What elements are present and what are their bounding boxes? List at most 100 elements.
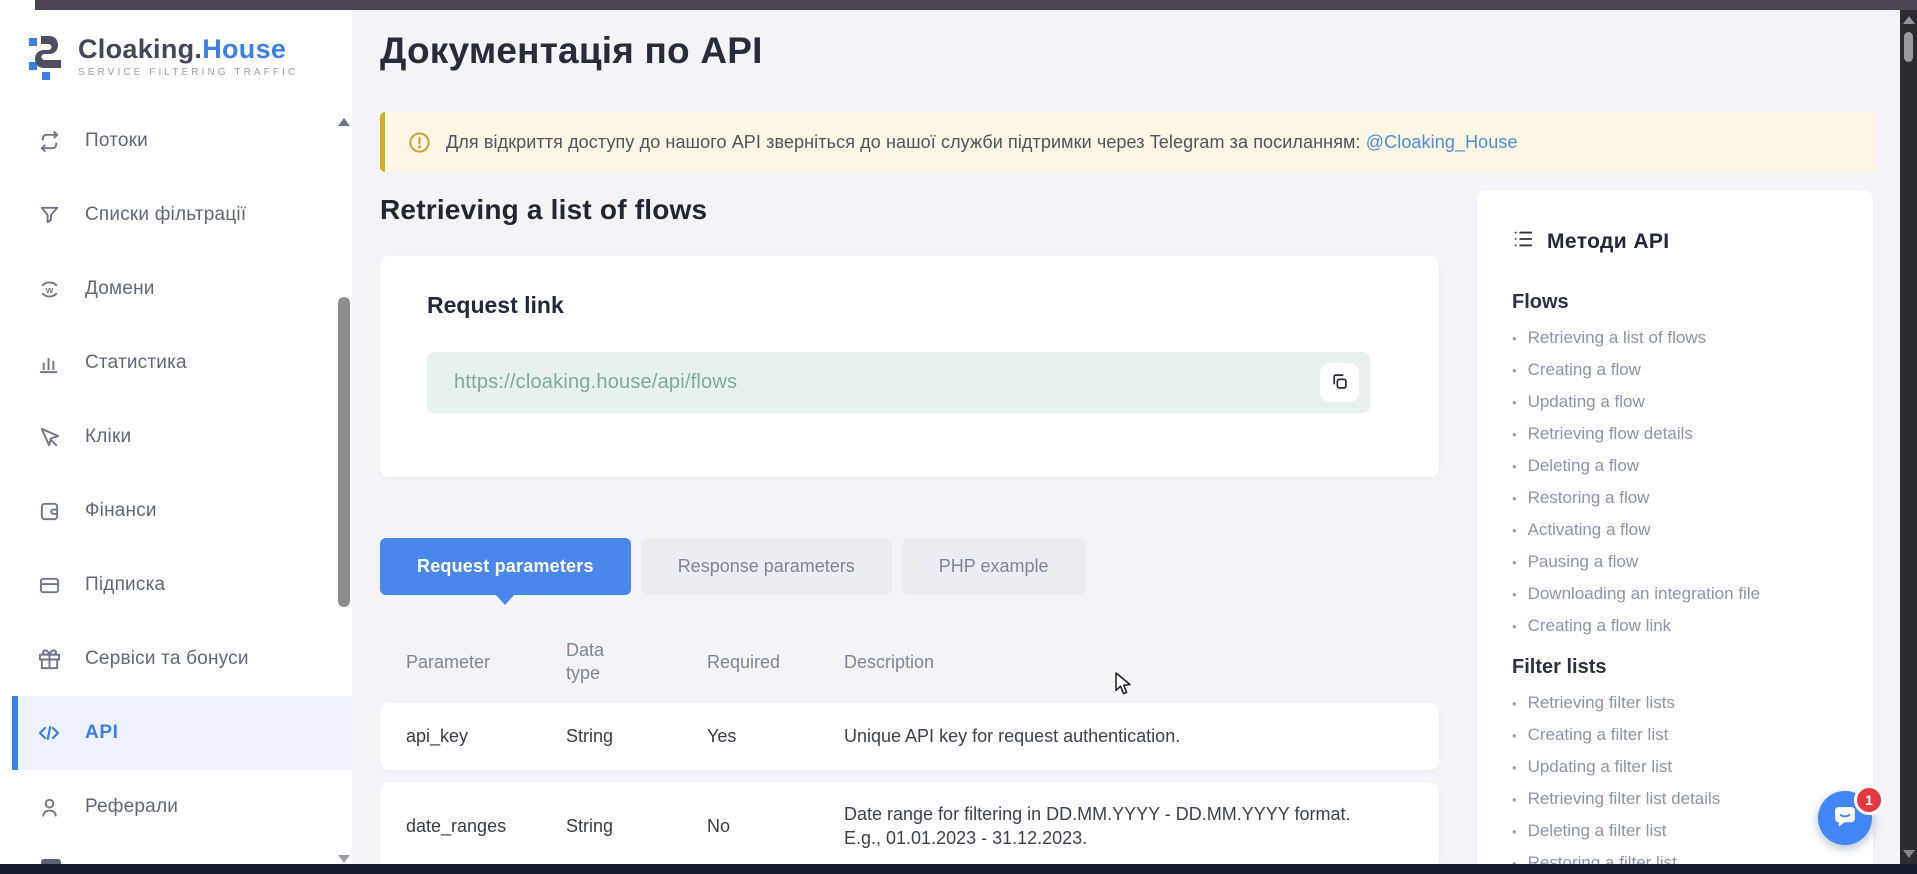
- app-window: Cloaking.House SERVICE FILTERING TRAFFIC…: [0, 10, 1900, 864]
- column-header-data-type: Data type: [566, 639, 616, 686]
- copy-icon: [1331, 373, 1348, 393]
- copy-url-button[interactable]: [1320, 363, 1359, 402]
- sidebar-item-clicks[interactable]: Кліки: [0, 400, 352, 474]
- chat-bubble-icon: [1831, 803, 1859, 834]
- api-access-alert: Для відкриття доступу до нашого API звер…: [380, 112, 1875, 172]
- column-header-parameter: Parameter: [406, 652, 566, 673]
- section-title: Retrieving a list of flows: [380, 194, 707, 226]
- brand-logo-icon: [27, 28, 65, 85]
- sidebar-item-flows[interactable]: Потоки: [0, 104, 352, 178]
- method-link[interactable]: Creating a filter list: [1512, 719, 1853, 751]
- sidebar-item-label: Списки фільтрації: [85, 204, 246, 226]
- sidebar-item-label: Домени: [85, 278, 155, 300]
- sidebar-scroll-down-arrow[interactable]: [338, 855, 350, 863]
- main-content: Документація по API Для відкриття доступ…: [352, 10, 1900, 864]
- referrals-icon: [37, 795, 61, 819]
- param-data-type: String: [566, 726, 707, 747]
- flows-method-list: Retrieving a list of flows Creating a fl…: [1512, 322, 1853, 642]
- param-required: Yes: [707, 726, 844, 747]
- sidebar-item-statistics[interactable]: Статистика: [0, 326, 352, 400]
- sidebar-scroll-up-arrow[interactable]: [338, 118, 350, 126]
- tab-php-example[interactable]: PHP example: [902, 538, 1086, 595]
- column-header-required: Required: [707, 652, 844, 673]
- sidebar-item-label: Сервіси та бонуси: [85, 648, 249, 670]
- services-icon: [37, 647, 61, 671]
- params-table-header: Parameter Data type Required Description: [380, 628, 1439, 696]
- method-link[interactable]: Updating a flow: [1512, 386, 1853, 418]
- sidebar-item-domains[interactable]: w Домени: [0, 252, 352, 326]
- alert-text: Для відкриття доступу до нашого API звер…: [446, 132, 1518, 153]
- sidebar-item-label: API: [85, 722, 118, 744]
- sidebar-item-label: Підписка: [85, 574, 165, 596]
- table-row: api_key String Yes Unique API key for re…: [380, 703, 1439, 770]
- chat-notification-badge: 1: [1854, 785, 1884, 815]
- method-link[interactable]: Retrieving filter list details: [1512, 783, 1853, 815]
- warning-icon: [408, 131, 431, 154]
- sidebar-menu: Потоки Списки фільтрації w Домени Статис…: [0, 104, 352, 844]
- column-header-description: Description: [844, 652, 1413, 673]
- methods-group-filter-lists: Filter lists: [1512, 656, 1853, 679]
- method-link[interactable]: Retrieving a list of flows: [1512, 322, 1853, 354]
- method-link[interactable]: Updating a filter list: [1512, 751, 1853, 783]
- list-icon: [1512, 228, 1534, 255]
- table-row: date_ranges String No Date range for fil…: [380, 782, 1439, 864]
- sidebar-item-label: Статистика: [85, 352, 187, 374]
- window-bottom-bar: [0, 864, 1917, 874]
- request-url-field: https://cloaking.house/api/flows: [427, 352, 1370, 413]
- param-name: api_key: [406, 726, 566, 747]
- methods-group-flows: Flows: [1512, 291, 1853, 314]
- domains-icon: w: [37, 277, 61, 301]
- sidebar-item-services[interactable]: Сервіси та бонуси: [0, 622, 352, 696]
- param-data-type: String: [566, 816, 707, 837]
- window-scroll-down-arrow[interactable]: [1903, 850, 1915, 858]
- method-link[interactable]: Restoring a filter list: [1512, 847, 1853, 864]
- method-link[interactable]: Pausing a flow: [1512, 546, 1853, 578]
- brand-tagline: SERVICE FILTERING TRAFFIC: [78, 67, 298, 78]
- methods-panel-title: Методи API: [1547, 230, 1670, 254]
- page-title: Документація по API: [380, 30, 763, 72]
- tab-request-parameters[interactable]: Request parameters: [380, 538, 631, 595]
- sidebar-item-api[interactable]: API: [12, 696, 352, 770]
- api-icon: [37, 721, 61, 745]
- sidebar-item-subscription[interactable]: Підписка: [0, 548, 352, 622]
- sidebar-item-label: Реферали: [85, 796, 178, 818]
- sidebar-item-filter-lists[interactable]: Списки фільтрації: [0, 178, 352, 252]
- request-link-title: Request link: [427, 292, 564, 319]
- method-link[interactable]: Restoring a flow: [1512, 482, 1853, 514]
- sidebar-item-label: Потоки: [85, 130, 148, 152]
- request-link-card: Request link https://cloaking.house/api/…: [380, 256, 1439, 477]
- method-link[interactable]: Retrieving flow details: [1512, 418, 1853, 450]
- method-link[interactable]: Downloading an integration file: [1512, 578, 1853, 610]
- sidebar-item-finance[interactable]: Фінанси: [0, 474, 352, 548]
- method-link[interactable]: Creating a flow link: [1512, 610, 1853, 642]
- method-link[interactable]: Deleting a flow: [1512, 450, 1853, 482]
- window-scrollbar-track[interactable]: [1900, 10, 1917, 864]
- partially-visible-menu-item-icon: [41, 859, 61, 864]
- filter-icon: [37, 203, 61, 227]
- sidebar: Cloaking.House SERVICE FILTERING TRAFFIC…: [0, 10, 352, 864]
- method-link[interactable]: Deleting a filter list: [1512, 815, 1853, 847]
- clicks-icon: [37, 425, 61, 449]
- svg-text:w: w: [44, 284, 53, 295]
- window-scroll-up-arrow[interactable]: [1903, 16, 1915, 24]
- brand-logo[interactable]: Cloaking.House SERVICE FILTERING TRAFFIC: [27, 28, 298, 85]
- subscription-icon: [37, 573, 61, 597]
- sidebar-item-label: Кліки: [85, 426, 131, 448]
- window-scrollbar-thumb[interactable]: [1904, 32, 1913, 62]
- tab-response-parameters[interactable]: Response parameters: [641, 538, 892, 595]
- parameter-tabs: Request parameters Response parameters P…: [380, 538, 1086, 595]
- sidebar-scrollbar-thumb[interactable]: [338, 297, 350, 607]
- flows-icon: [37, 129, 61, 153]
- window-top-bar: [35, 0, 1917, 10]
- method-link[interactable]: Retrieving filter lists: [1512, 687, 1853, 719]
- param-name: date_ranges: [406, 816, 566, 837]
- brand-name: Cloaking.House: [78, 36, 298, 63]
- api-methods-panel: Методи API Flows Retrieving a list of fl…: [1477, 190, 1873, 864]
- request-url: https://cloaking.house/api/flows: [454, 371, 737, 394]
- finance-icon: [37, 499, 61, 523]
- telegram-support-link[interactable]: @Cloaking_House: [1366, 132, 1518, 152]
- sidebar-item-referrals[interactable]: Реферали: [0, 770, 352, 844]
- method-link[interactable]: Creating a flow: [1512, 354, 1853, 386]
- method-link[interactable]: Activating a flow: [1512, 514, 1853, 546]
- filter-lists-method-list: Retrieving filter lists Creating a filte…: [1512, 687, 1853, 864]
